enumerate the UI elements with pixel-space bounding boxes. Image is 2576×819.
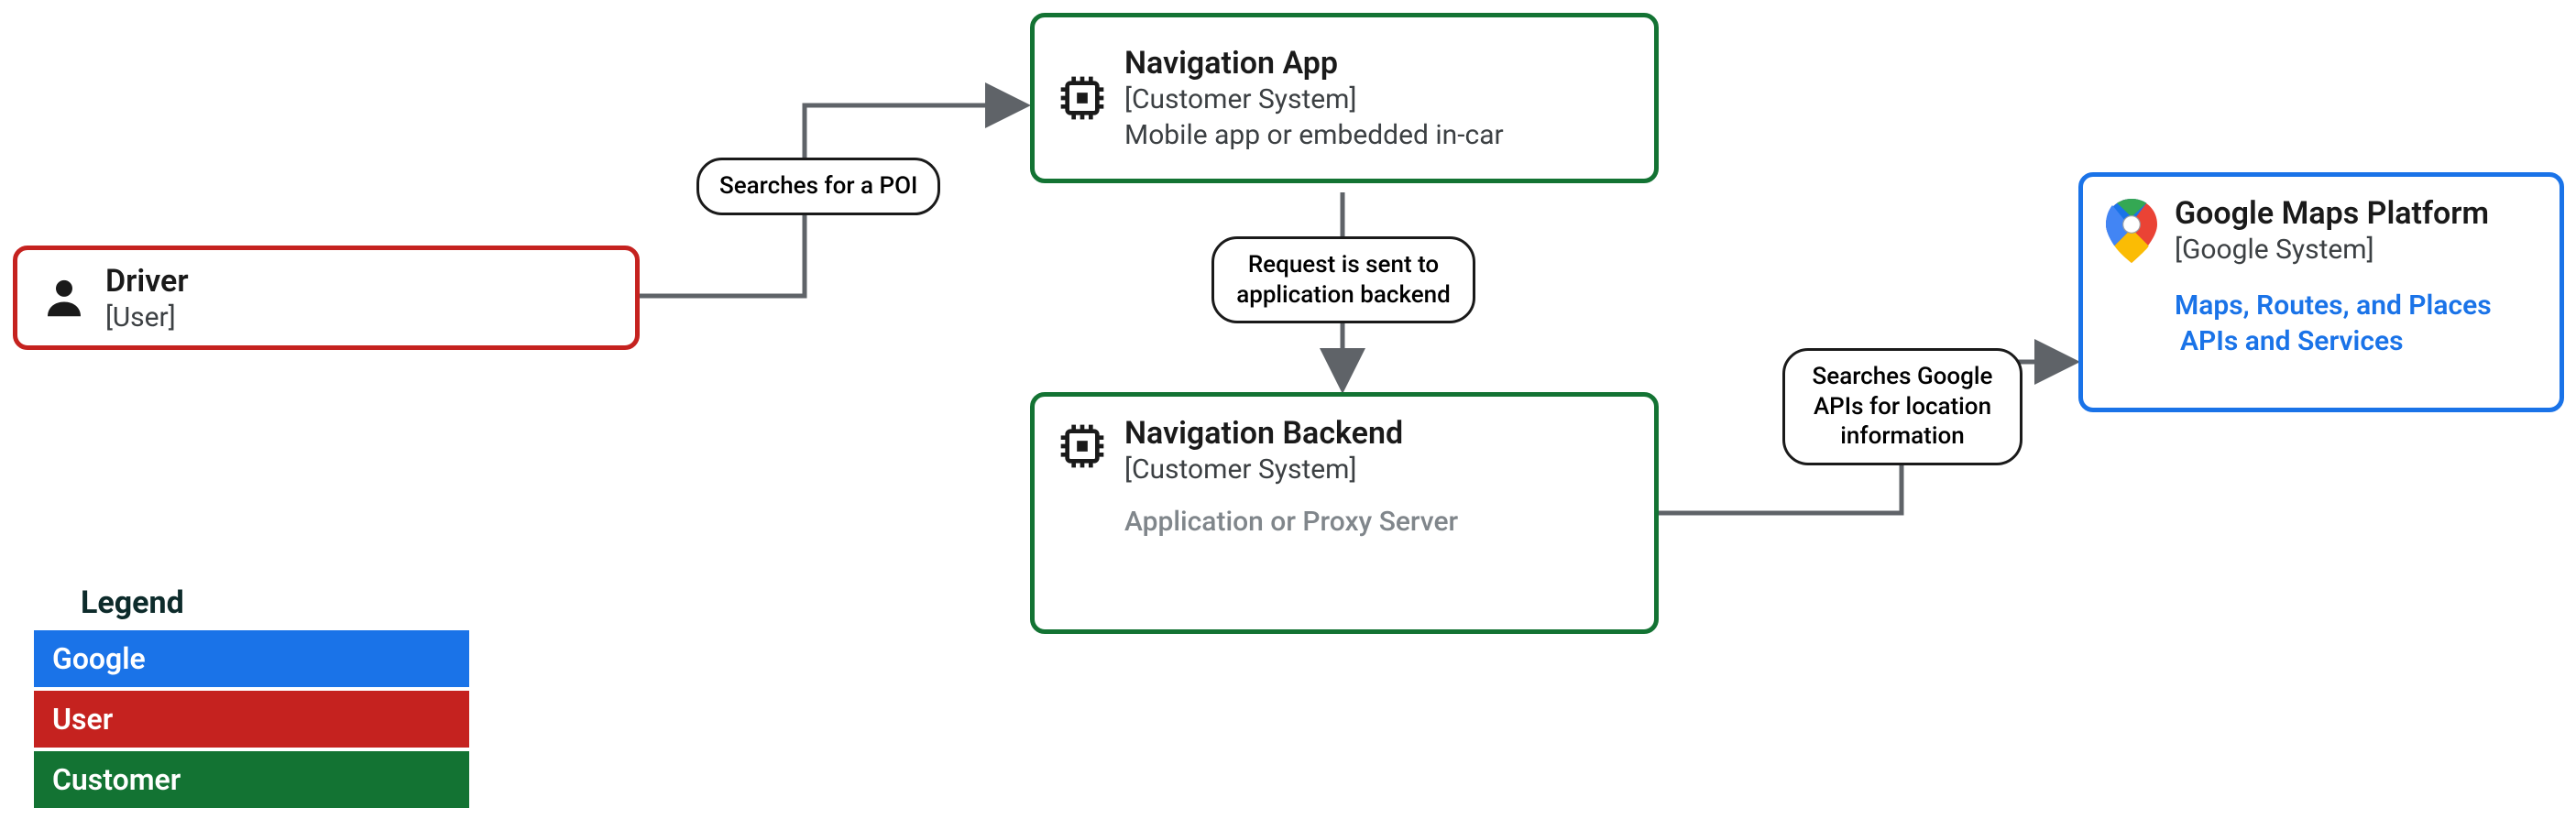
nav-backend-subtitle: [Customer System] (1124, 453, 1458, 486)
legend-user: User (34, 691, 469, 748)
gmp-subtitle: [Google System] (2175, 234, 2492, 266)
chip-icon (1057, 420, 1108, 472)
legend-customer: Customer (34, 751, 469, 808)
nav-app-subtitle: [Customer System] (1124, 83, 1504, 115)
user-icon (39, 273, 89, 322)
driver-subtitle: [User] (105, 301, 189, 333)
driver-title: Driver (105, 263, 189, 300)
legend-title: Legend (81, 584, 184, 621)
gmp-link[interactable]: Maps, Routes, and Places APIs and Servic… (2175, 288, 2492, 359)
nav-app-title: Navigation App (1124, 45, 1504, 82)
gmp-node: Google Maps Platform [Google System] Map… (2078, 172, 2564, 412)
nav-app-desc: Mobile app or embedded in-car (1124, 119, 1504, 151)
nav-app-node: Navigation App [Customer System] Mobile … (1030, 13, 1659, 183)
maps-pin-icon (2105, 199, 2158, 263)
nav-backend-node: Navigation Backend [Customer System] App… (1030, 392, 1659, 634)
chip-icon (1057, 72, 1108, 124)
nav-backend-title: Navigation Backend (1124, 415, 1458, 452)
legend-google: Google (34, 630, 469, 687)
nav-backend-extra: Application or Proxy Server (1124, 506, 1458, 538)
gmp-title: Google Maps Platform (2175, 195, 2492, 232)
edge-api-label: Searches Google APIs for location inform… (1782, 348, 2022, 465)
driver-node: Driver [User] (13, 246, 640, 350)
edge-request-label: Request is sent to application backend (1211, 236, 1475, 323)
edge-search-label: Searches for a POI (696, 158, 940, 215)
